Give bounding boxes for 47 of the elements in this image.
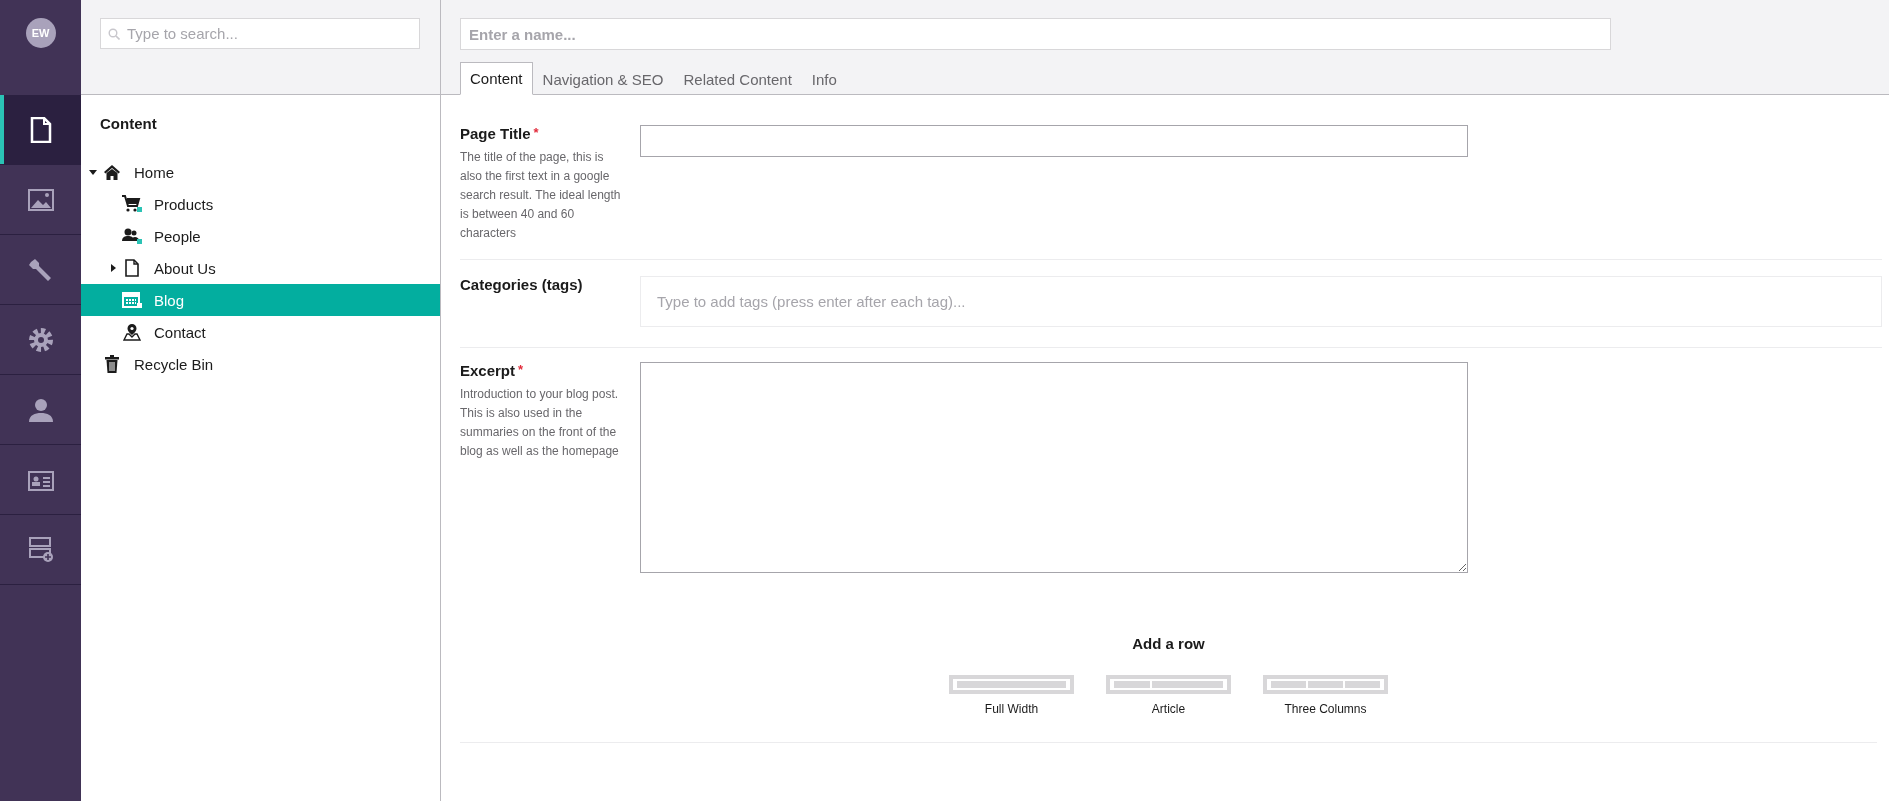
tree-item[interactable]: Recycle Bin [81,348,440,380]
required-mark: * [533,125,539,140]
people-icon [122,227,142,245]
calendar-icon [122,291,142,309]
tags-field[interactable]: Type to add tags (press enter after each tag)... [640,276,1882,327]
tab[interactable]: Content [460,62,533,95]
document-icon [29,116,52,143]
layout-add-icon [27,536,54,563]
location-pin-icon [123,323,141,341]
document-icon [125,259,139,277]
settings-icon [27,326,54,353]
input-field[interactable] [640,125,1468,157]
section-button[interactable] [0,95,81,165]
layout-preview-icon [949,675,1074,694]
caret-right-icon[interactable] [109,264,117,272]
tab[interactable]: Navigation & SEO [532,62,674,95]
field-description: The title of the page, this is also the first text in a google search result. The ideal length is between 40 and 60 characters [460,149,622,242]
tree-item[interactable]: Products [81,188,440,220]
caret-down-icon[interactable] [89,168,97,176]
wrench-icon [27,256,54,283]
row-layout-option[interactable]: Article [1106,675,1231,716]
field-label: Page Title [460,125,531,142]
field-label: Categories (tags) [460,276,583,293]
trash-icon [105,355,119,373]
layout-preview-icon [1106,675,1231,694]
user-icon [27,396,54,423]
row-layout-option[interactable]: Full Width [949,675,1074,716]
name-field[interactable]: Enter a name... [460,18,1611,50]
required-mark: * [518,362,524,377]
grid-title: Add a row [1132,635,1205,652]
row-layout-option[interactable]: Three Columns [1263,675,1388,716]
tree-item[interactable]: Home [81,156,440,188]
tree-item[interactable]: Contact [81,316,440,348]
tab[interactable]: Info [801,62,847,95]
image-icon [27,188,54,211]
tab[interactable]: Related Content [673,62,802,95]
tree-title: Content [99,114,158,134]
tree-item[interactable]: About Us [81,252,440,284]
home-icon [103,164,121,180]
id-card-icon [27,468,54,491]
search-field[interactable]: Type to search... [100,18,420,49]
search-icon [108,28,120,40]
field-description: Introduction to your blog post. This is also used in the summaries on the front of the blog as well as the homepage [460,386,620,460]
tree-item[interactable]: People [81,220,440,252]
layout-preview-icon [1263,675,1388,694]
cart-icon [122,195,142,213]
field-label: Excerpt [460,362,516,379]
